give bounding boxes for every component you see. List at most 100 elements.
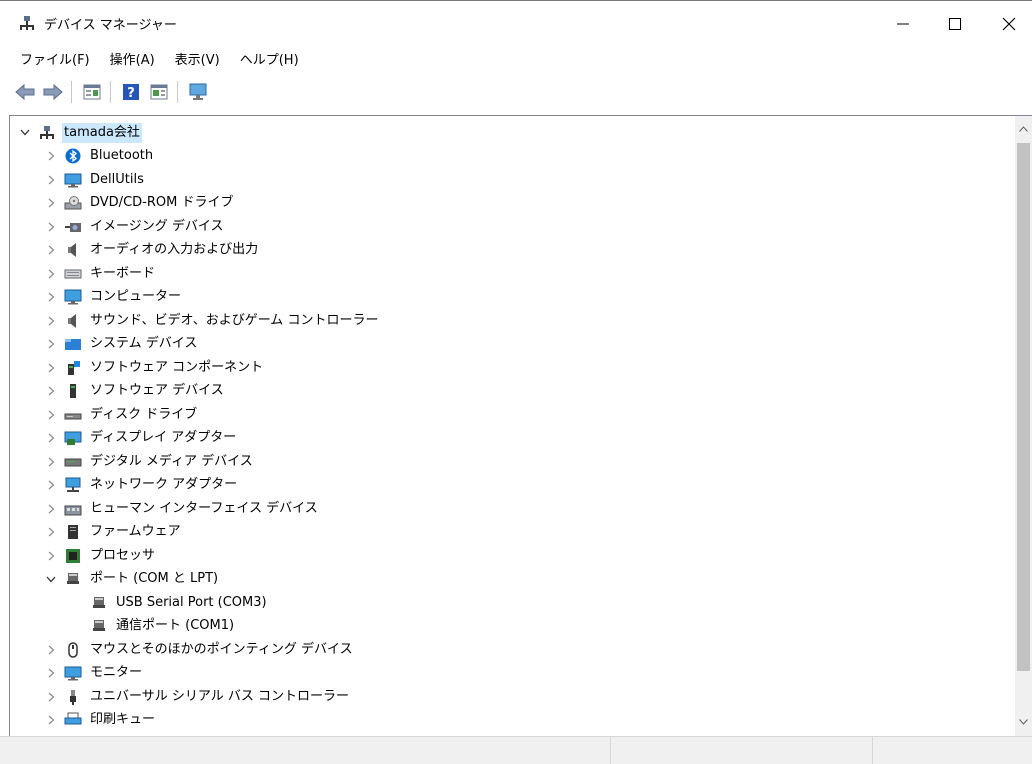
vertical-scrollbar[interactable] — [1015, 116, 1032, 736]
tree-category-node[interactable]: DellUtils — [44, 168, 146, 192]
speaker-icon — [64, 312, 82, 330]
tree-category-node[interactable]: Bluetooth — [44, 145, 155, 169]
tree-category-node[interactable]: ファームウェア — [44, 521, 183, 545]
tree-node-label: ユニバーサル シリアル バス コントローラー — [90, 688, 350, 704]
tree-category-node[interactable]: ディスプレイ アダプター — [44, 427, 238, 451]
scan-hardware-button[interactable] — [185, 79, 211, 105]
network-adapter-icon — [64, 476, 82, 494]
chevron-right-icon[interactable] — [44, 408, 58, 422]
tree-node-label: デジタル メディア デバイス — [90, 453, 253, 469]
camera-icon — [64, 218, 82, 236]
help-button[interactable]: ? — [118, 79, 144, 105]
chevron-right-icon[interactable] — [44, 690, 58, 704]
menu-help[interactable]: ヘルプ(H) — [230, 46, 309, 76]
chevron-down-icon[interactable] — [18, 126, 32, 140]
device-manager-icon — [18, 15, 36, 33]
chevron-right-icon[interactable] — [44, 290, 58, 304]
chevron-right-icon[interactable] — [44, 502, 58, 516]
back-button[interactable] — [12, 79, 38, 105]
maximize-button[interactable] — [932, 2, 978, 46]
tree-category-node[interactable]: サウンド、ビデオ、およびゲーム コントローラー — [44, 309, 380, 333]
chevron-right-icon[interactable] — [44, 643, 58, 657]
window-title: デバイス マネージャー — [44, 18, 177, 33]
chevron-right-icon[interactable] — [44, 173, 58, 187]
chevron-right-icon[interactable] — [44, 666, 58, 680]
tree-category-node[interactable]: プロセッサ — [44, 544, 157, 568]
chevron-right-icon[interactable] — [44, 361, 58, 375]
dvd-drive-icon — [64, 194, 82, 212]
status-segment — [872, 737, 1032, 764]
tree-child-node[interactable]: USB Serial Port (COM3) — [70, 591, 269, 615]
tree-category-node[interactable]: ヒューマン インターフェイス デバイス — [44, 497, 320, 521]
mouse-icon — [64, 641, 82, 659]
tree-category-node[interactable]: オーディオの入力および出力 — [44, 239, 260, 263]
properties-button[interactable] — [79, 79, 105, 105]
scan-hardware-icon — [189, 83, 207, 100]
tree-category-node[interactable]: システム デバイス — [44, 333, 199, 357]
tree-category-node[interactable]: DVD/CD-ROM ドライブ — [44, 192, 235, 216]
tree-category-node[interactable]: 印刷キュー — [44, 709, 157, 733]
chevron-right-icon[interactable] — [44, 267, 58, 281]
tree-category-node[interactable]: ソフトウェア デバイス — [44, 380, 226, 404]
menu-action[interactable]: 操作(A) — [100, 46, 165, 76]
system-folder-icon — [64, 335, 82, 353]
chevron-right-icon[interactable] — [44, 549, 58, 563]
bluetooth-icon — [64, 147, 82, 165]
tree-category-node[interactable]: モニター — [44, 662, 144, 686]
tree-child-node[interactable]: 通信ポート (COM1) — [70, 615, 236, 639]
properties-icon — [83, 84, 101, 100]
chevron-down-icon[interactable] — [44, 572, 58, 586]
chevron-right-icon[interactable] — [44, 431, 58, 445]
chevron-right-icon[interactable] — [44, 713, 58, 727]
chevron-right-icon[interactable] — [44, 455, 58, 469]
tree-node-label: ディスプレイ アダプター — [90, 430, 237, 446]
menu-view[interactable]: 表示(V) — [165, 46, 230, 76]
tree-category-node[interactable]: ポート (COM と LPT) — [44, 568, 220, 592]
scroll-down-arrow[interactable] — [1015, 713, 1032, 730]
tree-category-node[interactable]: デジタル メディア デバイス — [44, 450, 255, 474]
tree-category-node[interactable]: ユニバーサル シリアル バス コントローラー — [44, 685, 351, 709]
chevron-right-icon[interactable] — [44, 384, 58, 398]
tree-category-node[interactable]: ネットワーク アダプター — [44, 474, 239, 498]
chevron-right-icon[interactable] — [44, 525, 58, 539]
chevron-right-icon[interactable] — [44, 314, 58, 328]
tree-category-node[interactable]: ディスク ドライブ — [44, 403, 199, 427]
update-driver-icon — [150, 84, 168, 100]
port-icon — [90, 617, 108, 635]
minimize-button[interactable] — [880, 2, 926, 46]
tree-node-label: モニター — [90, 665, 143, 681]
tree-node-label: ディスク ドライブ — [90, 406, 198, 422]
port-icon — [64, 570, 82, 588]
tree-node-label: Bluetooth — [90, 148, 154, 164]
tree-category-node[interactable]: マウスとそのほかのポインティング デバイス — [44, 638, 355, 662]
update-driver-button[interactable] — [146, 79, 172, 105]
tree-node-label: オーディオの入力および出力 — [90, 242, 259, 258]
chevron-right-icon[interactable] — [44, 243, 58, 257]
device-tree-view[interactable]: tamada会社 Bluetooth DellUtils DVD/CD-ROM ドライ… — [9, 115, 1032, 736]
usb-icon — [64, 688, 82, 706]
tree-node-label: 通信ポート (COM1) — [116, 618, 235, 634]
chevron-right-icon[interactable] — [44, 196, 58, 210]
svg-text:?: ? — [127, 86, 135, 101]
disk-drive-icon — [64, 406, 82, 424]
tree-root-node[interactable]: tamada会社 — [18, 121, 142, 145]
menu-file[interactable]: ファイル(F) — [0, 46, 100, 76]
scroll-up-arrow[interactable] — [1015, 120, 1032, 137]
chevron-right-icon[interactable] — [44, 149, 58, 163]
firmware-icon — [64, 523, 82, 541]
scroll-thumb[interactable] — [1017, 143, 1030, 671]
forward-button[interactable] — [40, 79, 66, 105]
tree-node-label: ポート (COM と LPT) — [90, 571, 219, 587]
tree-category-node[interactable]: ソフトウェア コンポーネント — [44, 356, 265, 380]
tree-category-node[interactable]: コンピューター — [44, 286, 183, 310]
chevron-right-icon[interactable] — [44, 220, 58, 234]
close-button[interactable] — [986, 2, 1032, 46]
tree-node-label: 印刷キュー — [90, 712, 156, 728]
chevron-right-icon[interactable] — [44, 337, 58, 351]
tree-category-node[interactable]: キーボード — [44, 262, 157, 286]
chevron-right-icon[interactable] — [44, 478, 58, 492]
toolbar: ? — [0, 76, 1032, 108]
tree-category-node[interactable]: イメージング デバイス — [44, 215, 225, 239]
keyboard-icon — [64, 265, 82, 283]
